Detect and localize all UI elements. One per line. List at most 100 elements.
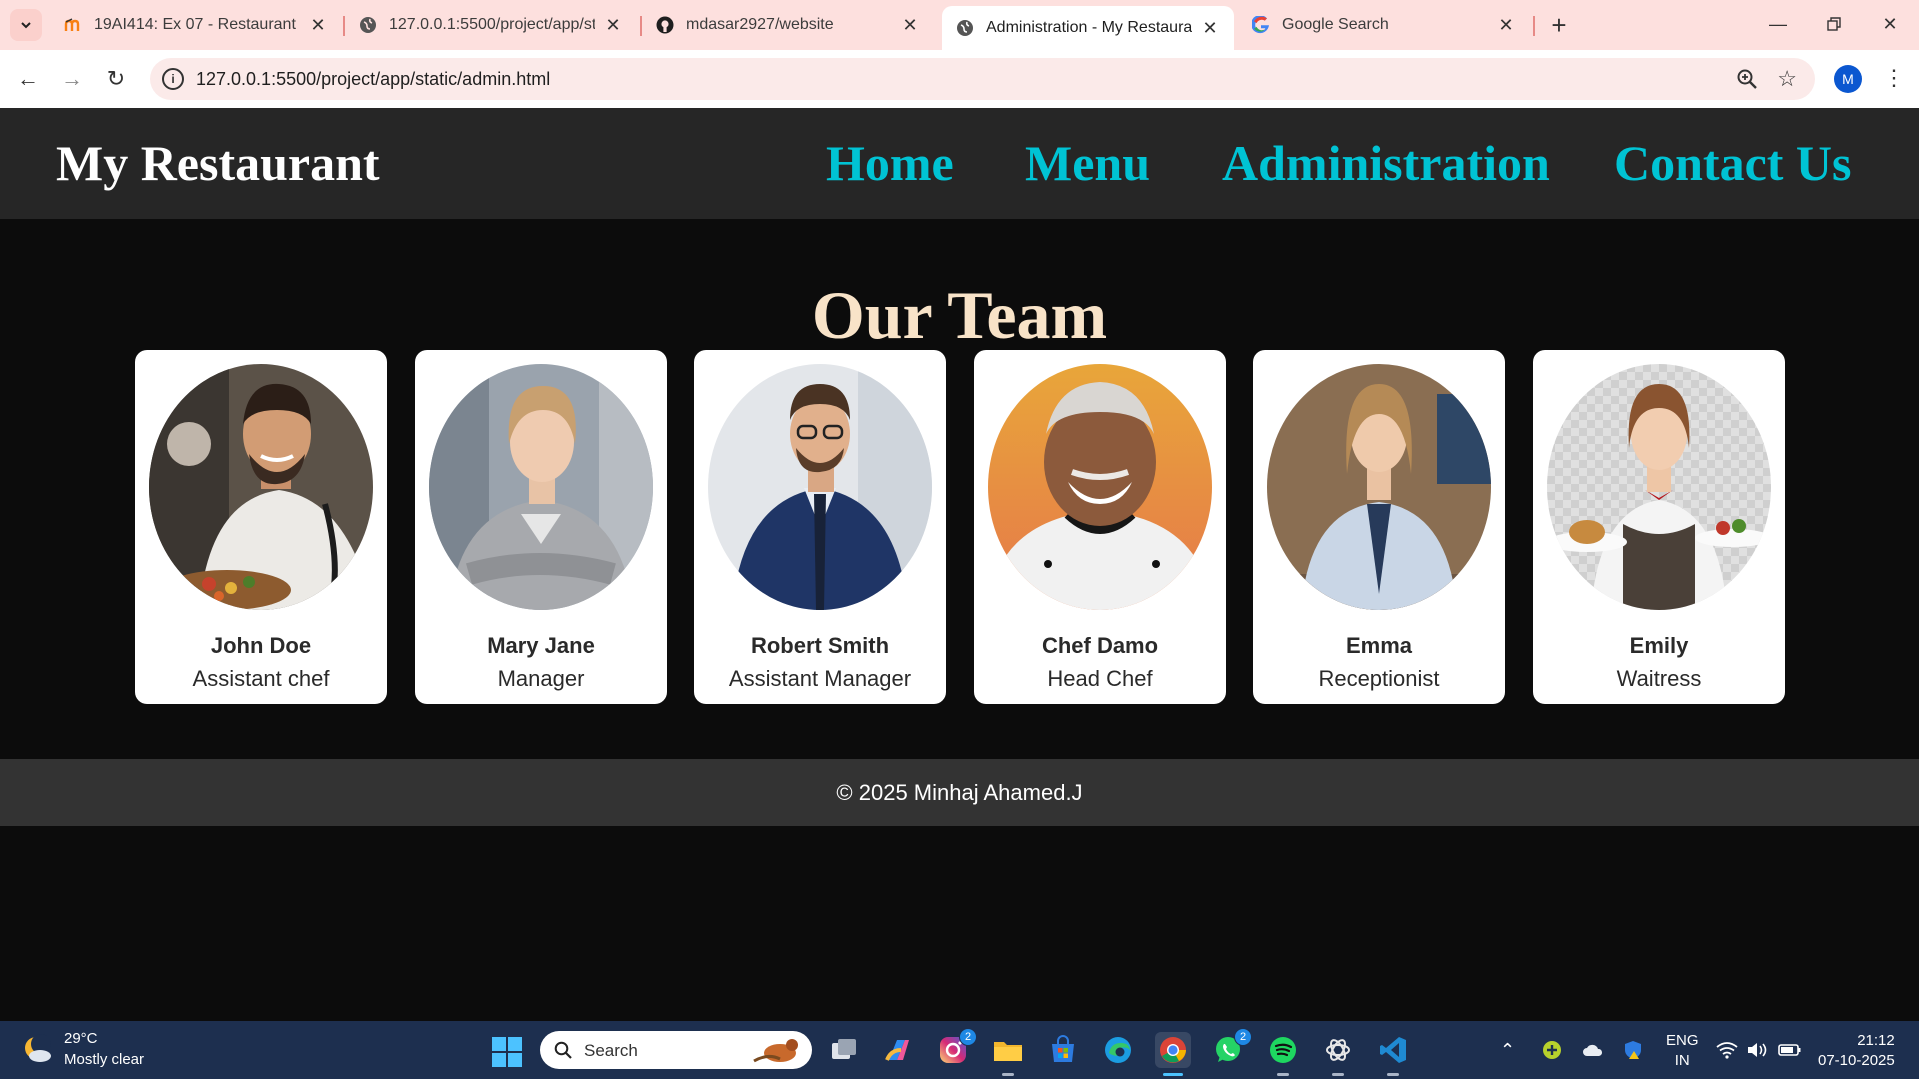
edge-icon: [1105, 1037, 1131, 1063]
moodle-icon: [64, 16, 82, 34]
tab-github[interactable]: mdasar2927/website ✕: [642, 6, 934, 44]
taskbar-copilot[interactable]: [880, 1032, 916, 1068]
zoom-icon[interactable]: [1735, 67, 1759, 91]
windows-logo-icon: [492, 1053, 506, 1067]
team-member-role: Waitress: [1616, 666, 1702, 691]
taskbar-instagram[interactable]: 2: [935, 1028, 977, 1068]
nav-link-menu[interactable]: Menu: [1025, 134, 1150, 192]
team-member-role: Assistant chef: [192, 666, 330, 691]
forward-arrow-icon: →: [61, 66, 83, 91]
taskbar-file-explorer[interactable]: [990, 1032, 1026, 1076]
address-bar[interactable]: i 127.0.0.1:5500/project/app/static/admi…: [150, 58, 1815, 100]
taskbar-vscode[interactable]: [1375, 1032, 1411, 1076]
more-menu-icon[interactable]: ⋮: [1880, 62, 1908, 94]
onedrive[interactable]: [1582, 1021, 1604, 1079]
tab-google-search[interactable]: Google Search ✕: [1238, 6, 1530, 44]
footer-copyright: © 2025 Minhaj Ahamed.J: [836, 780, 1083, 805]
nav-link-administration[interactable]: Administration: [1222, 134, 1550, 192]
minimize-icon: —: [1769, 13, 1787, 34]
windows-logo-icon: [492, 1037, 506, 1051]
restore-button[interactable]: [1806, 0, 1862, 48]
tab-localhost[interactable]: 127.0.0.1:5500/project/app/stat ✕: [345, 6, 637, 44]
tab-title: 19AI414: Ex 07 - Restaurant We: [94, 16, 300, 33]
running-indicator: [1002, 1073, 1014, 1076]
taskbar-microsoft-store[interactable]: [1045, 1032, 1081, 1068]
windows-logo-icon: [508, 1053, 522, 1067]
chrome-icon: [1160, 1037, 1186, 1063]
spotify-icon: [1270, 1037, 1296, 1063]
notification-badge: 2: [1234, 1028, 1252, 1046]
notification-badge: 2: [959, 1028, 977, 1046]
close-icon[interactable]: ✕: [1200, 18, 1220, 38]
close-icon[interactable]: ✕: [900, 15, 920, 35]
team-member-name: Emma: [1345, 633, 1413, 658]
taskbar-search[interactable]: Search: [540, 1031, 812, 1069]
globe-icon: [359, 16, 377, 34]
github-icon: [656, 16, 674, 34]
url-text[interactable]: 127.0.0.1:5500/project/app/static/admin.…: [196, 69, 550, 90]
plus-icon: +: [1551, 9, 1567, 40]
bookmark-star-icon[interactable]: ☆: [1777, 66, 1797, 92]
battery-icon: [1778, 1044, 1801, 1056]
taskbar-spotify[interactable]: [1265, 1032, 1301, 1076]
nav-link-home[interactable]: Home: [826, 134, 954, 192]
profile-avatar[interactable]: M: [1834, 65, 1862, 93]
folder-icon: [994, 1042, 1022, 1061]
wifi-icon: [1716, 1042, 1738, 1059]
team-member-name: Chef Damo: [1041, 633, 1159, 658]
reload-button[interactable]: ↻: [100, 63, 132, 95]
system-clock[interactable]: 21:12 07-10-2025: [1818, 1031, 1895, 1071]
security-status[interactable]: [1622, 1021, 1644, 1079]
tray-app[interactable]: [1542, 1021, 1562, 1079]
team-member-name: Mary Jane: [487, 633, 595, 658]
site-header: My Restaurant Home Menu Administration C…: [0, 108, 1919, 219]
quick-settings[interactable]: [1716, 1021, 1802, 1079]
running-indicator: [1387, 1073, 1399, 1076]
taskbar-chrome[interactable]: [1155, 1032, 1191, 1076]
taskbar-task-view[interactable]: [826, 1032, 862, 1068]
tab-moodle[interactable]: 19AI414: Ex 07 - Restaurant We ✕: [50, 6, 342, 44]
tab-divider: [1533, 16, 1535, 36]
team-member-name: Robert Smith: [750, 633, 890, 658]
weather-condition: Mostly clear: [64, 1051, 145, 1068]
site-info-icon[interactable]: i: [162, 68, 184, 90]
back-button[interactable]: ←: [12, 63, 44, 95]
close-window-button[interactable]: ✕: [1862, 0, 1918, 48]
chatgpt-icon: [1326, 1039, 1350, 1061]
show-hidden-icons[interactable]: ⌃: [1500, 1021, 1515, 1079]
taskbar-chatgpt[interactable]: [1320, 1032, 1356, 1076]
forward-button[interactable]: →: [56, 63, 88, 95]
tab-strip: 19AI414: Ex 07 - Restaurant We ✕ 127.0.0…: [0, 0, 1919, 50]
tab-title: 127.0.0.1:5500/project/app/stat: [389, 16, 595, 33]
team-card: Chef Damo Head Chef: [974, 350, 1226, 704]
close-icon[interactable]: ✕: [603, 15, 623, 35]
tab-search-button[interactable]: [10, 9, 42, 41]
minimize-button[interactable]: —: [1750, 0, 1806, 48]
start-button[interactable]: [492, 1037, 522, 1067]
region-code: IN: [1674, 1052, 1690, 1069]
taskbar-edge[interactable]: [1100, 1032, 1136, 1068]
tab-administration[interactable]: Administration - My Restaurant ✕: [942, 6, 1234, 50]
tab-title: Google Search: [1282, 16, 1389, 33]
copilot-icon: [885, 1040, 909, 1061]
cloud-icon: [1583, 1044, 1603, 1056]
task-view-icon: [832, 1039, 856, 1059]
clock-date: 07-10-2025: [1818, 1052, 1895, 1069]
taskbar-whatsapp[interactable]: 2: [1210, 1028, 1252, 1068]
close-icon[interactable]: ✕: [308, 15, 328, 35]
language-code: ENG: [1666, 1032, 1699, 1049]
nav-link-contact-us[interactable]: Contact Us: [1614, 134, 1851, 192]
clock-time: 21:12: [1857, 1032, 1895, 1049]
team-member-role: Head Chef: [1047, 666, 1153, 691]
running-indicator: [1332, 1073, 1344, 1076]
close-icon[interactable]: ✕: [1496, 15, 1516, 35]
team-member-role: Manager: [497, 666, 585, 691]
google-icon: [1252, 16, 1270, 34]
team-photo-head-chef: [988, 364, 1212, 610]
back-arrow-icon: ←: [17, 66, 39, 91]
running-indicator: [1277, 1073, 1289, 1076]
new-tab-button[interactable]: +: [1543, 9, 1575, 41]
store-icon: [1052, 1035, 1074, 1062]
shield-warning-icon: [1625, 1041, 1641, 1059]
language-indicator[interactable]: ENG IN: [1666, 1031, 1699, 1071]
